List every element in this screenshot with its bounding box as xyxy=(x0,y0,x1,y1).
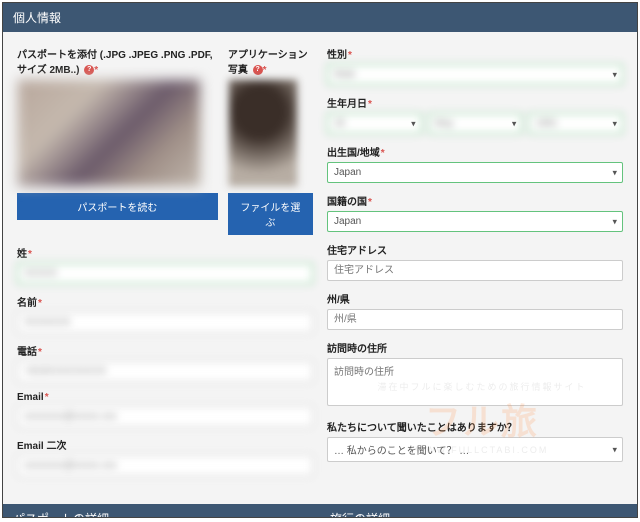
firstname-input[interactable] xyxy=(17,312,313,333)
state-input[interactable] xyxy=(327,309,623,330)
section-header-personal: 個人情報 xyxy=(3,3,637,32)
birth-country-label: 出生国/地域 xyxy=(327,144,623,159)
choose-file-button[interactable]: ファイルを選ぶ xyxy=(228,193,313,235)
surname-label: 姓 xyxy=(17,245,313,260)
section-title: パスポートの詳細 xyxy=(13,512,109,518)
visit-address-input[interactable] xyxy=(327,358,623,406)
email-input[interactable] xyxy=(17,406,313,427)
passport-upload-label: パスポートを添付 (.JPG .JPEG .PNG .PDF, サイズ 2MB.… xyxy=(17,46,218,76)
applicant-photo-preview xyxy=(228,79,298,187)
email2-input[interactable] xyxy=(17,455,313,476)
nationality-select[interactable]: Japan xyxy=(327,211,623,232)
section-header-passport: パスポートの詳細 xyxy=(3,504,320,518)
firstname-label: 名前 xyxy=(17,294,313,309)
heard-about-label: 私たちについて聞いたことはありますか？ xyxy=(327,419,623,434)
gender-label: 性別 xyxy=(327,46,623,61)
birth-country-select[interactable]: Japan xyxy=(327,162,623,183)
help-icon[interactable]: ? xyxy=(84,65,94,75)
dob-day-select[interactable]: 26 xyxy=(327,113,422,134)
phone-label: 電話 xyxy=(17,343,313,358)
help-icon[interactable]: ? xyxy=(253,65,263,75)
phone-input[interactable] xyxy=(17,361,313,382)
surname-input[interactable] xyxy=(17,263,313,284)
read-passport-button[interactable]: パスポートを読む xyxy=(17,193,218,220)
passport-image-preview xyxy=(17,79,201,187)
email-label: Email xyxy=(17,392,313,403)
gender-select[interactable]: Male xyxy=(327,64,623,85)
address-input[interactable] xyxy=(327,260,623,281)
heard-about-select[interactable]: … 私からのことを聞いて？ … xyxy=(327,437,623,462)
section-header-travel: 旅行の詳細 xyxy=(320,504,637,518)
nationality-label: 国籍の国 xyxy=(327,193,623,208)
address-label: 住宅アドレス xyxy=(327,242,623,257)
dob-year-select[interactable]: 1981 xyxy=(528,113,623,134)
dob-label: 生年月日 xyxy=(327,95,623,110)
section-title: 旅行の詳細 xyxy=(330,512,390,518)
section-title: 個人情報 xyxy=(13,11,61,25)
email2-label: Email 二次 xyxy=(17,437,313,452)
photo-upload-label: アプリケーション写真 ?* xyxy=(228,46,313,76)
state-label: 州/県 xyxy=(327,291,623,306)
visit-address-label: 訪問時の住所 xyxy=(327,340,623,355)
dob-month-select[interactable]: May xyxy=(428,113,523,134)
